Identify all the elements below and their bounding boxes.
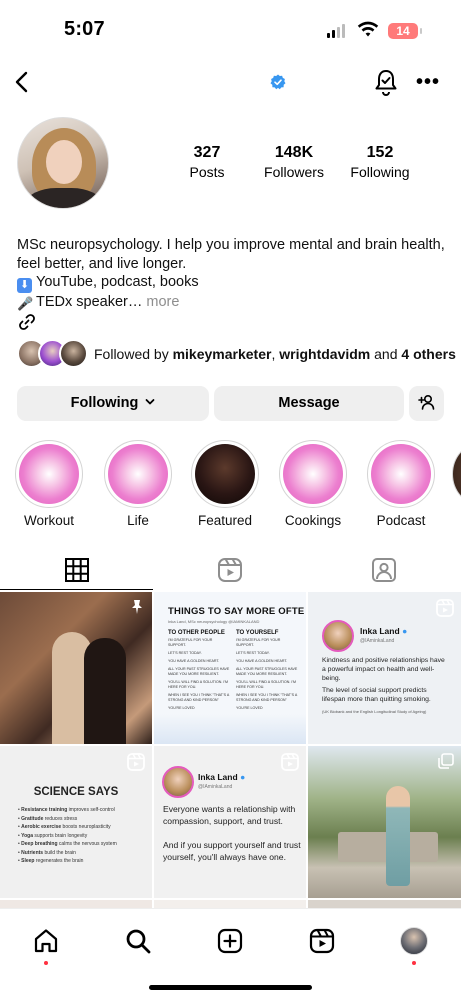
create-icon[interactable] [216, 927, 244, 955]
post-thumbnail[interactable]: THINGS TO SAY MORE OFTE Inka Land, MSc n… [154, 592, 306, 744]
stat-label: Following [350, 164, 410, 180]
down-arrow-emoji-icon: ⬇ [17, 278, 32, 293]
reels-tab-icon[interactable] [216, 556, 244, 584]
post-text: Kindness and positive relationships have… [322, 657, 445, 682]
wifi-icon [357, 21, 379, 37]
highlight-cover [15, 440, 83, 508]
bio-line: feel better, and live longer. [17, 255, 187, 272]
grid-tab-icon[interactable] [63, 556, 91, 584]
following-label: Following [70, 395, 139, 411]
bio-line: 🎤 TEDx speaker… more [17, 294, 180, 311]
notification-dot [412, 961, 416, 965]
post-title: THINGS TO SAY MORE OFTE [168, 606, 305, 617]
highlight-cover [104, 440, 172, 508]
status-time: 5:07 [64, 18, 105, 40]
highlight-partial[interactable] [452, 440, 461, 510]
stat-value: 152 [366, 144, 394, 161]
post-column: I'M GRATEFUL FOR YOUR SUPPORT. LET'S RES… [168, 638, 230, 710]
post-text: Everyone wants a relationship with compa… [163, 804, 296, 826]
bio-line: MSc neuropsychology. I help you improve … [17, 237, 445, 253]
add-person-icon [417, 394, 434, 410]
more-horizontal-icon[interactable]: ••• [416, 72, 440, 92]
stat-value: 327 [193, 144, 221, 161]
add-user-button[interactable] [409, 386, 444, 421]
highlight-featured[interactable]: Featured [190, 440, 260, 528]
highlight-label: Life [127, 513, 149, 528]
home-icon[interactable] [32, 927, 60, 955]
avatar [162, 766, 194, 798]
highlight-cover [191, 440, 259, 508]
highlight-label: Featured [197, 513, 253, 528]
profile-avatar[interactable] [400, 927, 428, 955]
battery-indicator: 14 [388, 23, 422, 39]
post-column: I'M GRATEFUL FOR YOUR SUPPORT. LET'S RES… [236, 638, 298, 710]
message-button[interactable]: Message [214, 386, 404, 421]
post-thumbnail[interactable]: Inka Land ● @IAminkaLand Kindness and po… [308, 592, 461, 744]
carousel-icon [438, 753, 454, 769]
column-heading: TO OTHER PEOPLE [168, 630, 225, 636]
post-thumbnail[interactable] [308, 746, 461, 898]
pin-icon [132, 600, 142, 614]
highlight-label: Cookings [284, 513, 342, 528]
highlight-podcast[interactable]: Podcast [366, 440, 436, 528]
mutual-followers-avatars[interactable] [17, 339, 89, 369]
bio-more-link[interactable]: more [146, 294, 179, 310]
bell-check-icon[interactable] [373, 68, 399, 96]
followed-by-text[interactable]: Followed by mikeymarketer, wrightdavidm … [94, 346, 456, 362]
post-thumbnail[interactable] [0, 592, 152, 744]
link-icon[interactable] [17, 312, 37, 332]
search-icon[interactable] [124, 927, 152, 955]
highlight-label: Podcast [376, 513, 426, 528]
post-thumbnail[interactable]: Inka Land ● @IAminkaLand Everyone wants … [154, 746, 306, 898]
stat-label: Followers [264, 164, 324, 180]
chevron-left-icon[interactable] [12, 70, 32, 94]
profile-bio: MSc neuropsychology. I help you improve … [17, 236, 447, 312]
highlight-life[interactable]: Life [103, 440, 173, 528]
post-title: SCIENCE SAYS [33, 786, 119, 798]
chevron-down-icon [145, 399, 155, 405]
stat-label: Posts [189, 164, 225, 180]
column-heading: TO YOURSELF [236, 630, 279, 636]
reel-badge-icon [281, 753, 299, 771]
post-source: (UK Biobank and the English Longitudinal… [322, 709, 427, 714]
reel-badge-icon [436, 599, 454, 617]
tagged-tab-icon[interactable] [370, 556, 398, 584]
post-text: And if you support yourself and trust yo… [163, 840, 301, 862]
highlight-workout[interactable]: Workout [14, 440, 84, 528]
verified-badge-icon: ● [240, 772, 246, 782]
cellular-signal-icon [327, 24, 347, 38]
stat-value: 148K [274, 144, 314, 161]
home-indicator [149, 985, 312, 990]
microphone-emoji-icon: 🎤 [17, 296, 34, 311]
post-list: • Resistance training improves self-cont… [18, 807, 117, 864]
bio-line: ⬇ YouTube, podcast, books [17, 273, 447, 293]
avatar [322, 620, 354, 652]
following-count[interactable]: 152 Following [344, 144, 416, 180]
post-author-handle: @IAminkaLand [198, 784, 233, 790]
post-author-name: Inka Land ● [360, 626, 408, 636]
reels-icon[interactable] [308, 927, 336, 955]
verified-badge-icon: ● [402, 626, 408, 636]
profile-avatar[interactable] [17, 117, 109, 209]
posts-count[interactable]: 327 Posts [177, 144, 237, 180]
following-button[interactable]: Following [17, 386, 209, 421]
verified-badge-icon [270, 74, 286, 90]
reel-badge-icon [127, 753, 145, 771]
followers-count[interactable]: 148K Followers [258, 144, 330, 180]
highlight-label: Workout [23, 513, 75, 528]
highlight-cover [367, 440, 435, 508]
avatar [59, 339, 88, 368]
post-gradient [154, 714, 306, 744]
photo-figure [386, 786, 410, 886]
post-subtitle: Inka Land, MSc neuropsychology @IAMINKAL… [168, 619, 260, 624]
post-author-handle: @IAminkaLand [360, 638, 395, 644]
highlight-cookings[interactable]: Cookings [278, 440, 348, 528]
active-tab-indicator [0, 589, 153, 590]
photo-figure [84, 638, 126, 744]
post-author-name: Inka Land ● [198, 772, 246, 782]
highlight-cover [279, 440, 347, 508]
post-text: The level of social support predicts lif… [322, 687, 431, 703]
post-thumbnail[interactable]: SCIENCE SAYS • Resistance training impro… [0, 746, 152, 898]
notification-dot [44, 961, 48, 965]
